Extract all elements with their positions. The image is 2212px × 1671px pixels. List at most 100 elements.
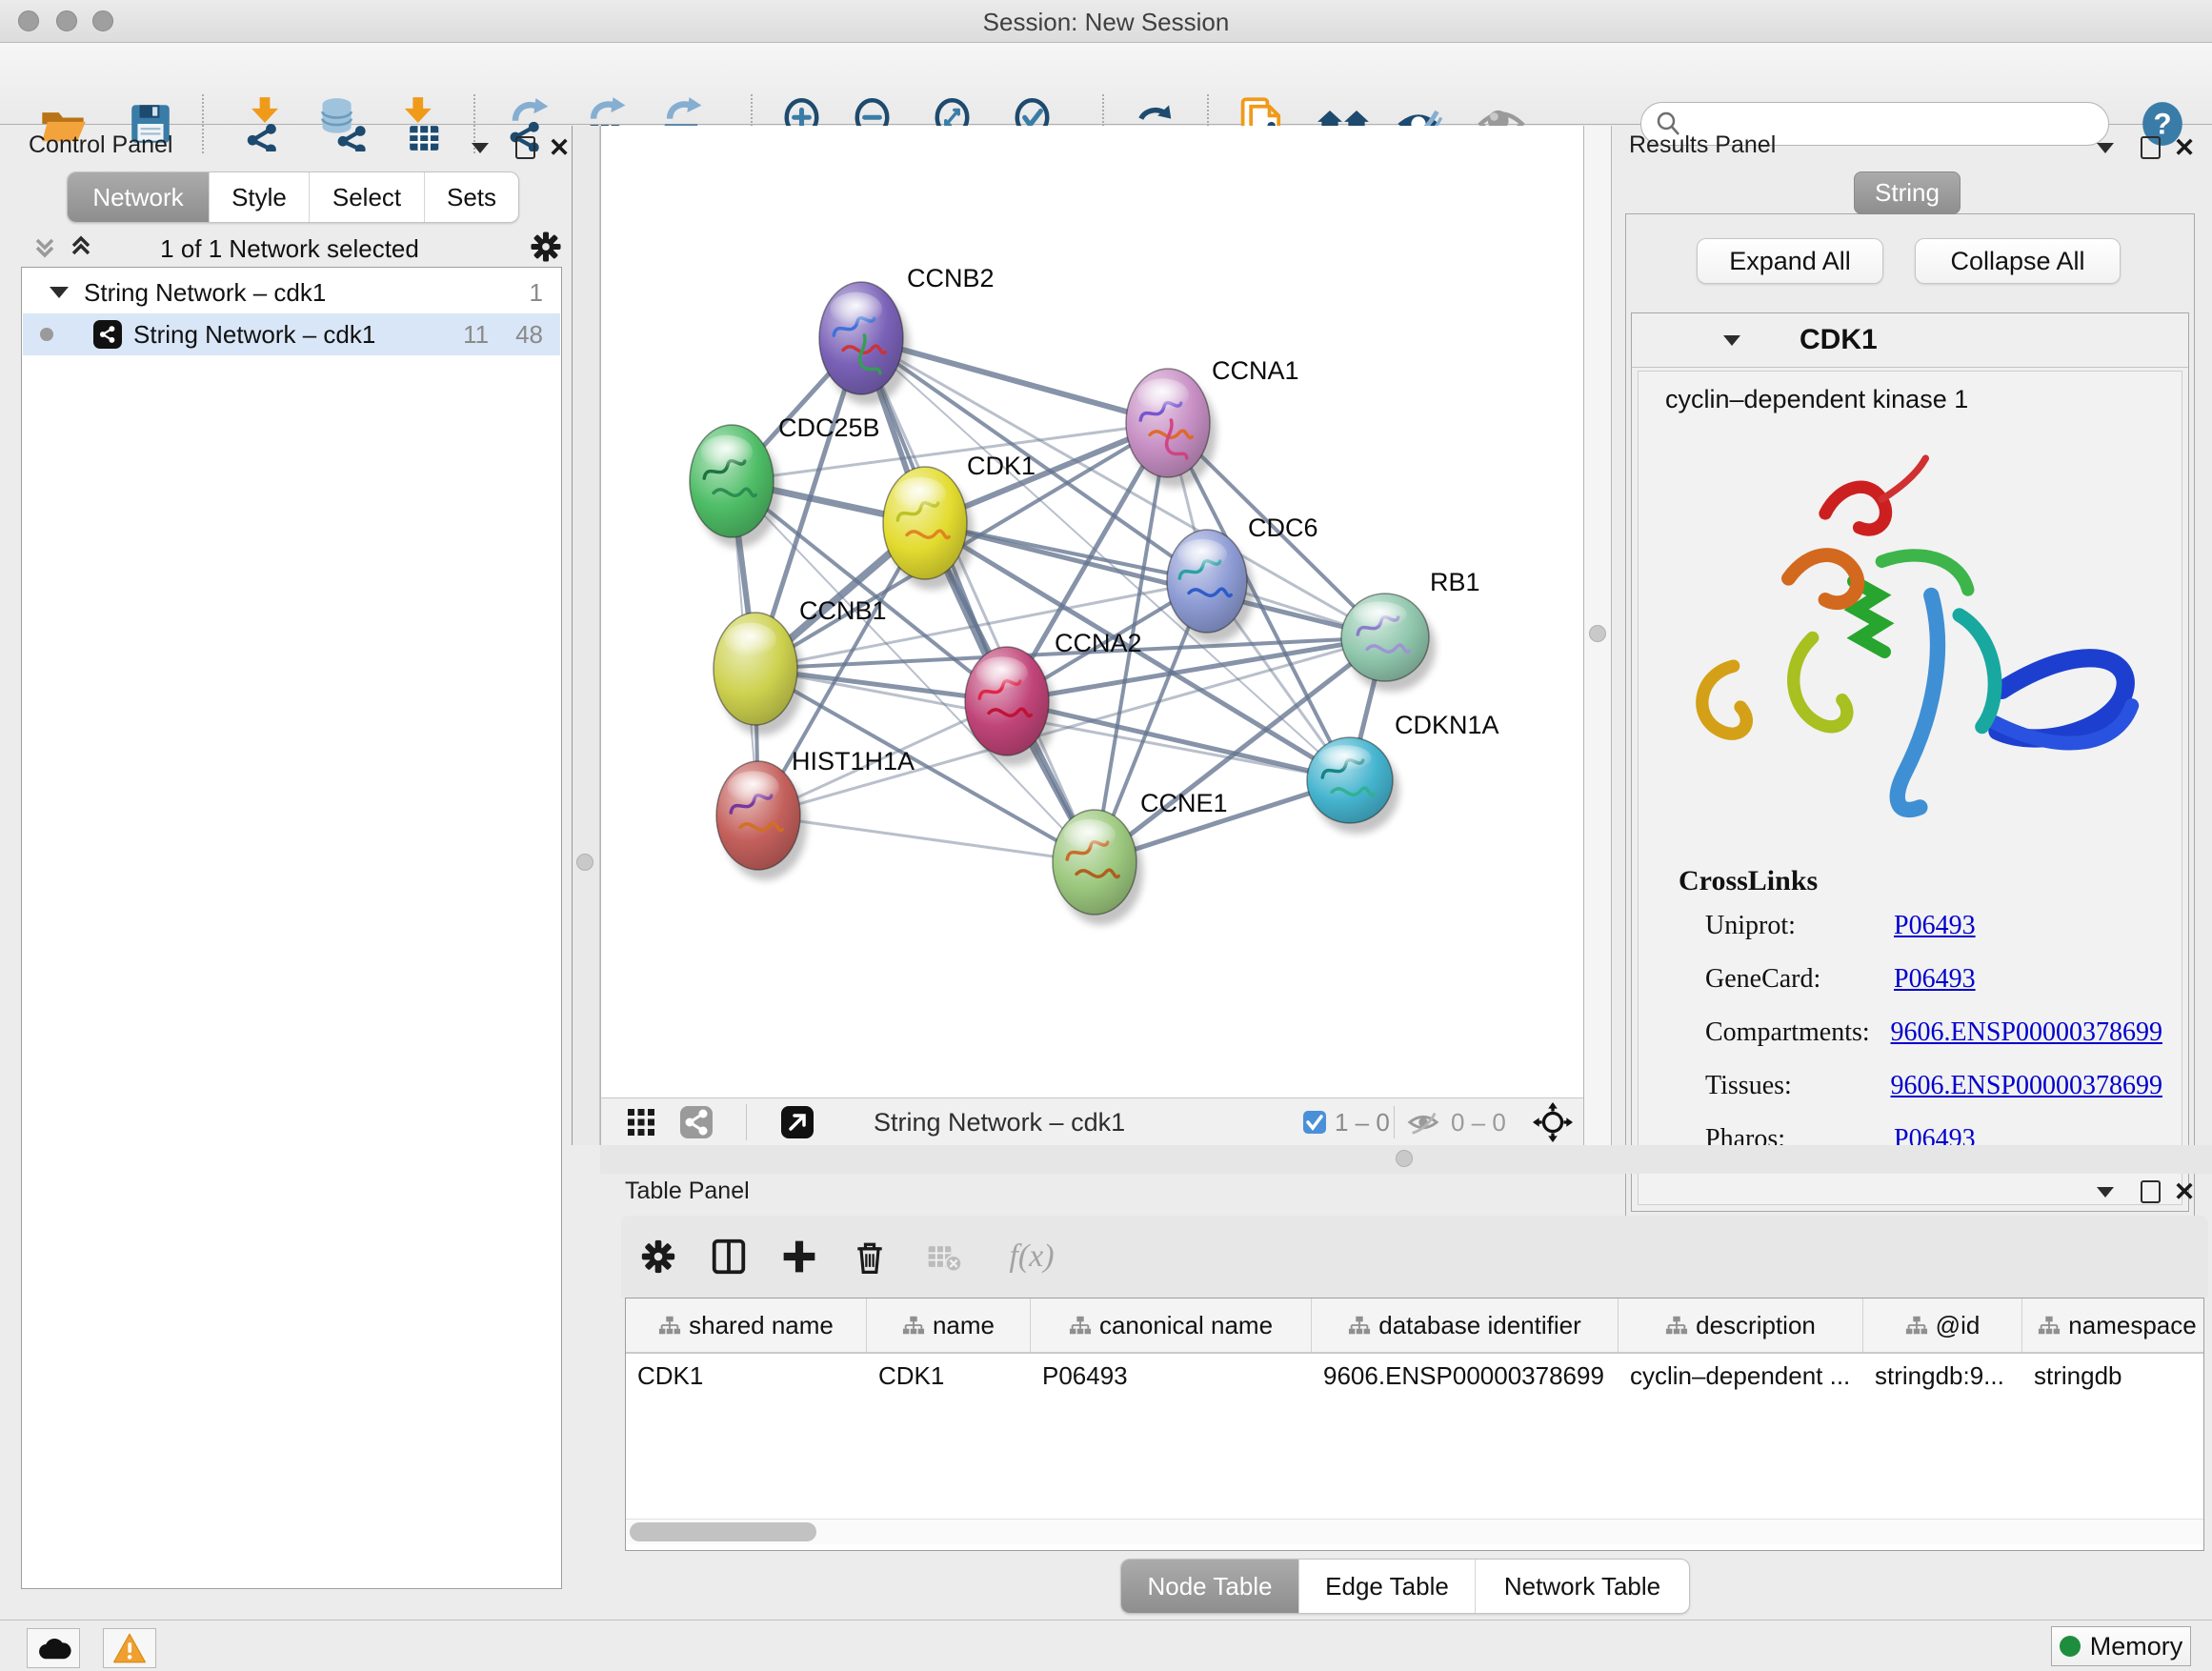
table-cell[interactable]: stringdb [2022, 1354, 2204, 1398]
network-node-hist1h1a[interactable] [716, 761, 807, 880]
network-collection-row[interactable]: String Network – cdk1 1 [23, 272, 560, 313]
collapse-all-button[interactable]: Collapse All [1915, 238, 2121, 284]
hidden-eye-icon[interactable] [1407, 1105, 1439, 1139]
results-panel-title: Results Panel [1629, 131, 1776, 159]
network-node-ccna2[interactable] [965, 647, 1056, 766]
edge-ccna2-cdkn1a[interactable] [1007, 701, 1350, 780]
gene-name: CDK1 [1800, 324, 1878, 356]
crosslink-row: Uniprot:P06493 [1705, 911, 2162, 941]
show-columns-icon[interactable] [705, 1233, 753, 1280]
control-panel-float-icon[interactable] [509, 131, 541, 164]
create-column-plus-icon[interactable] [775, 1233, 823, 1280]
horizontal-splitter-handle[interactable] [1396, 1150, 1413, 1167]
crosslink-row: Tissues:9606.ENSP00000378699 [1705, 1071, 2162, 1101]
memory-status-dot [2060, 1636, 2081, 1657]
table-cell[interactable]: stringdb:9... [1863, 1354, 2022, 1398]
expand-all-button[interactable]: Expand All [1697, 238, 1883, 284]
node-label-hist1h1a: HIST1H1A [792, 747, 915, 775]
network-view-toolbar: String Network – cdk1 1 – 0 0 – 0 [600, 1097, 1583, 1145]
table-panel-collapse-icon[interactable] [2089, 1176, 2122, 1208]
control-panel-close-icon[interactable]: ✕ [543, 131, 575, 164]
network-node-ccne1[interactable] [1053, 810, 1143, 925]
selected-checkbox[interactable] [1302, 1105, 1327, 1139]
network-node-cdkn1a[interactable] [1307, 737, 1399, 834]
column-header-description[interactable]: description [1619, 1299, 1863, 1352]
column-header-canonical-name[interactable]: canonical name [1031, 1299, 1312, 1352]
warning-icon [112, 1632, 147, 1664]
network-node-ccnb1[interactable] [714, 613, 804, 735]
tab-network-table[interactable]: Network Table [1476, 1560, 1689, 1613]
cloud-status-button[interactable] [27, 1628, 80, 1668]
crosslink-link[interactable]: 9606.ENSP00000378699 [1891, 1017, 2162, 1048]
network-edge-count: 48 [515, 320, 543, 350]
crosslink-link[interactable]: 9606.ENSP00000378699 [1891, 1071, 2162, 1101]
table-settings-gear-icon[interactable] [634, 1233, 682, 1280]
table-hscrollbar[interactable] [626, 1519, 2203, 1544]
results-panel-float-icon[interactable] [2134, 131, 2166, 164]
table-tab-bar: Node Table Edge Table Network Table [1120, 1559, 1690, 1614]
tab-sets[interactable]: Sets [425, 172, 518, 222]
network-view-share-icon[interactable] [679, 1105, 714, 1139]
control-panel-collapse-icon[interactable] [464, 131, 496, 164]
edge-hist1h1a-ccne1[interactable] [758, 815, 1095, 862]
tab-style[interactable]: Style [210, 172, 310, 222]
birdseye-grid-icon[interactable] [626, 1105, 656, 1139]
gene-collapse-icon[interactable] [1723, 335, 1740, 346]
results-panel-collapse-icon[interactable] [2089, 131, 2122, 164]
open-in-new-icon[interactable] [780, 1105, 814, 1139]
cloud-icon [35, 1634, 71, 1662]
window-title: Session: New Session [0, 8, 2212, 37]
right-splitter-handle[interactable] [1589, 625, 1606, 642]
delete-column-trash-icon[interactable] [846, 1233, 894, 1280]
network-options-gear-icon[interactable] [528, 229, 564, 265]
node-label-ccnb1: CCNB1 [799, 596, 887, 625]
status-bar: Memory [0, 1620, 2212, 1671]
left-splitter-handle[interactable] [576, 854, 593, 871]
column-header--id[interactable]: @id [1863, 1299, 2022, 1352]
table-cell[interactable]: CDK1 [867, 1354, 1031, 1398]
hidden-counts: 0 – 0 [1451, 1105, 1506, 1139]
network-row-selected[interactable]: String Network – cdk1 11 48 [23, 313, 560, 355]
network-canvas[interactable]: CCNB2CCNA1CDC25BCDK1CDC6RB1CCNB1CCNA2CDK… [600, 126, 1583, 1097]
memory-button[interactable]: Memory [2051, 1626, 2191, 1666]
network-node-ccnb2[interactable] [819, 282, 910, 405]
left-panel-splitter[interactable] [572, 126, 600, 1145]
table-row[interactable]: CDK1CDK1P064939606.ENSP00000378699cyclin… [626, 1354, 2203, 1398]
column-header-name[interactable]: name [867, 1299, 1031, 1352]
crosslink-link[interactable]: P06493 [1894, 964, 1976, 995]
fit-content-crosshair-icon[interactable] [1533, 1105, 1573, 1139]
network-graph[interactable]: CCNB2CCNA1CDC25BCDK1CDC6RB1CCNB1CCNA2CDK… [601, 126, 1582, 1096]
column-header-shared-name[interactable]: shared name [626, 1299, 867, 1352]
table-cell[interactable]: 9606.ENSP00000378699 [1312, 1354, 1619, 1398]
table-panel-float-icon[interactable] [2134, 1176, 2166, 1208]
table-cell[interactable]: P06493 [1031, 1354, 1312, 1398]
tab-string[interactable]: String [1854, 171, 1961, 214]
table-hscrollbar-thumb[interactable] [630, 1522, 816, 1541]
collection-expand-icon[interactable] [50, 287, 69, 298]
warnings-button[interactable] [103, 1628, 156, 1668]
delete-table-icon-disabled [920, 1233, 968, 1280]
table-panel-close-icon[interactable]: ✕ [2168, 1176, 2201, 1208]
strip-network-name: String Network – cdk1 [874, 1105, 1125, 1139]
table-panel-title: Table Panel [625, 1178, 750, 1205]
tab-node-table[interactable]: Node Table [1121, 1560, 1299, 1613]
tab-network[interactable]: Network [68, 172, 210, 222]
column-header-database-identifier[interactable]: database identifier [1312, 1299, 1619, 1352]
tab-select[interactable]: Select [310, 172, 425, 222]
network-share-icon [93, 320, 122, 349]
tab-edge-table[interactable]: Edge Table [1299, 1560, 1476, 1613]
edge-ccnb2-ccne1[interactable] [861, 338, 1095, 862]
results-panel-close-icon[interactable]: ✕ [2168, 131, 2201, 164]
crosslink-link[interactable]: P06493 [1894, 911, 1976, 941]
table-panel: Table Panel ✕ f(x) shared [617, 1174, 2212, 1618]
crosslink-row: Compartments:9606.ENSP00000378699 [1705, 1017, 2162, 1048]
column-header-namespace[interactable]: namespace [2022, 1299, 2204, 1352]
table-cell[interactable]: CDK1 [626, 1354, 867, 1398]
table-cell[interactable]: cyclin–dependent ... [1619, 1354, 1863, 1398]
network-node-rb1[interactable] [1341, 594, 1436, 692]
gene-header-row[interactable]: CDK1 [1632, 313, 2188, 368]
main-toolbar: ? [0, 43, 2212, 125]
control-panel-tab-bar: Network Style Select Sets [67, 171, 519, 223]
table-header-row: shared namenamecanonical namedatabase id… [626, 1299, 2203, 1354]
network-selection-status: 1 of 1 Network selected [8, 234, 572, 264]
